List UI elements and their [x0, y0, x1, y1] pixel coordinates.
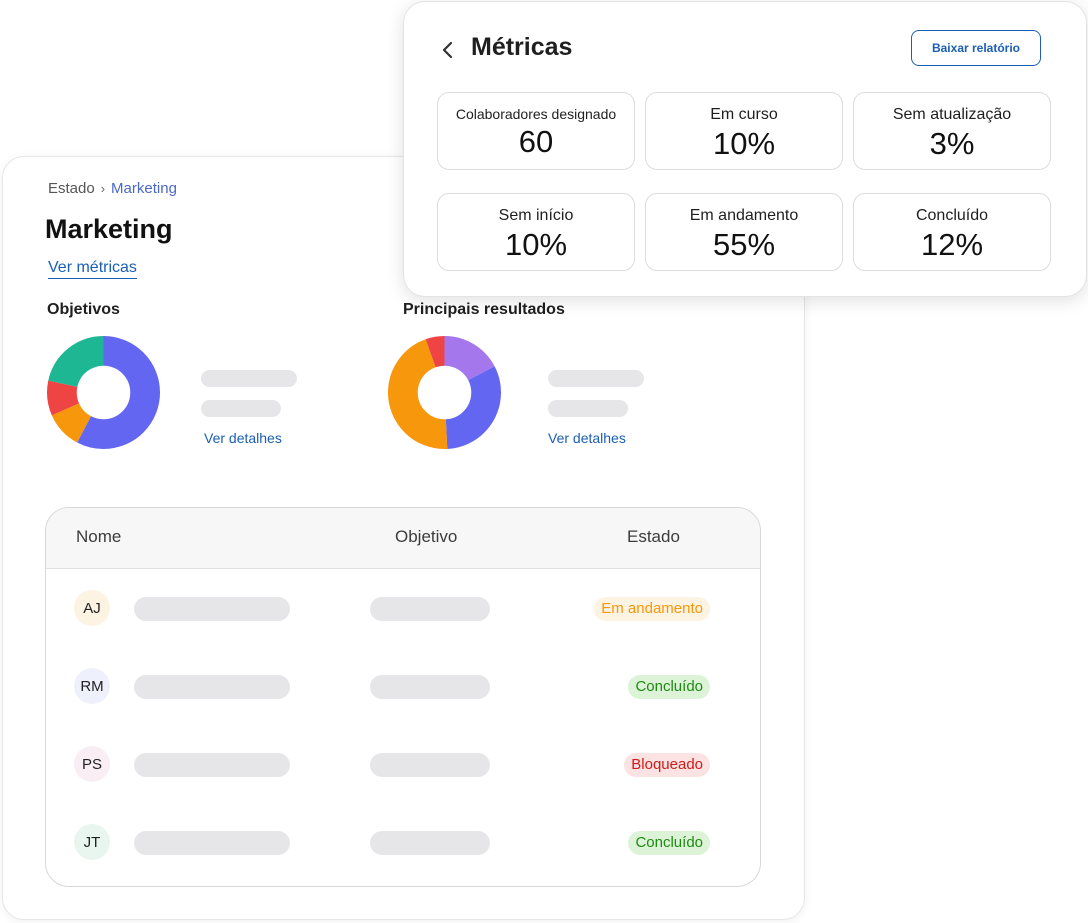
name-placeholder: [134, 597, 290, 621]
objectives-placeholder-line: [201, 370, 297, 387]
name-placeholder: [134, 753, 290, 777]
table-row[interactable]: AJ Em andamento: [46, 579, 760, 657]
avatar: JT: [74, 824, 110, 860]
metric-card-in-course: Em curso 10%: [645, 92, 843, 170]
breadcrumb: Estado › Marketing: [48, 180, 177, 197]
download-report-button[interactable]: Baixar relatório: [911, 30, 1041, 66]
metric-label: Em curso: [710, 106, 778, 123]
metric-card-in-progress: Em andamento 55%: [645, 193, 843, 271]
team-table: Nome Objetivo Estado AJ Em andamento RM …: [45, 507, 761, 887]
metric-label: Sem atualização: [892, 106, 1012, 123]
status-badge: Concluído: [628, 831, 710, 855]
view-metrics-link[interactable]: Ver métricas: [48, 259, 137, 279]
metric-card-completed: Concluído 12%: [853, 193, 1051, 271]
objective-placeholder: [370, 675, 490, 699]
objectives-placeholder-line: [201, 400, 281, 417]
metric-label: Sem início: [498, 207, 574, 224]
metric-label: Colaboradores designado: [455, 106, 617, 122]
metric-value: 60: [518, 124, 554, 159]
objective-placeholder: [370, 831, 490, 855]
breadcrumb-current[interactable]: Marketing: [111, 180, 177, 197]
objectives-details-link[interactable]: Ver detalhes: [204, 430, 282, 446]
table-row[interactable]: PS Bloqueado: [46, 735, 760, 813]
metric-value: 10%: [504, 227, 568, 262]
breadcrumb-separator-icon: ›: [100, 181, 106, 196]
key-results-title: Principais resultados: [403, 301, 565, 318]
metric-value: 3%: [929, 126, 975, 161]
chevron-left-icon[interactable]: [438, 36, 458, 64]
avatar: AJ: [74, 590, 110, 626]
name-placeholder: [134, 831, 290, 855]
column-header-status[interactable]: Estado: [627, 527, 680, 547]
page-title: Marketing: [45, 214, 173, 244]
key-results-details-link[interactable]: Ver detalhes: [548, 430, 626, 446]
status-badge: Em andamento: [594, 597, 710, 621]
objective-placeholder: [370, 753, 490, 777]
metric-card-assigned: Colaboradores designado 60: [437, 92, 635, 170]
metric-value: 12%: [920, 227, 984, 262]
metric-label: Concluído: [915, 207, 989, 224]
metrics-title: Métricas: [471, 33, 573, 61]
metric-card-not-started: Sem início 10%: [437, 193, 635, 271]
column-header-name[interactable]: Nome: [76, 527, 121, 547]
status-badge: Bloqueado: [624, 753, 710, 777]
key-results-placeholder-line: [548, 370, 644, 387]
name-placeholder: [134, 675, 290, 699]
metric-value: 10%: [712, 126, 776, 161]
column-header-objective[interactable]: Objetivo: [395, 527, 457, 547]
metric-label: Em andamento: [689, 207, 799, 224]
key-results-placeholder-line: [548, 400, 628, 417]
key-results-donut-chart: [387, 335, 502, 450]
avatar: PS: [74, 746, 110, 782]
metric-value: 55%: [712, 227, 776, 262]
metric-card-no-update: Sem atualização 3%: [853, 92, 1051, 170]
status-badge: Concluído: [628, 675, 710, 699]
table-header: Nome Objetivo Estado: [46, 508, 760, 569]
objectives-title: Objetivos: [47, 301, 120, 318]
table-row[interactable]: JT Concluído: [46, 813, 760, 886]
objectives-donut-chart: [46, 335, 161, 450]
objective-placeholder: [370, 597, 490, 621]
metrics-panel: Métricas Baixar relatório Colaboradores …: [403, 1, 1087, 297]
avatar: RM: [74, 668, 110, 704]
table-row[interactable]: RM Concluído: [46, 657, 760, 735]
breadcrumb-root[interactable]: Estado: [48, 180, 95, 197]
